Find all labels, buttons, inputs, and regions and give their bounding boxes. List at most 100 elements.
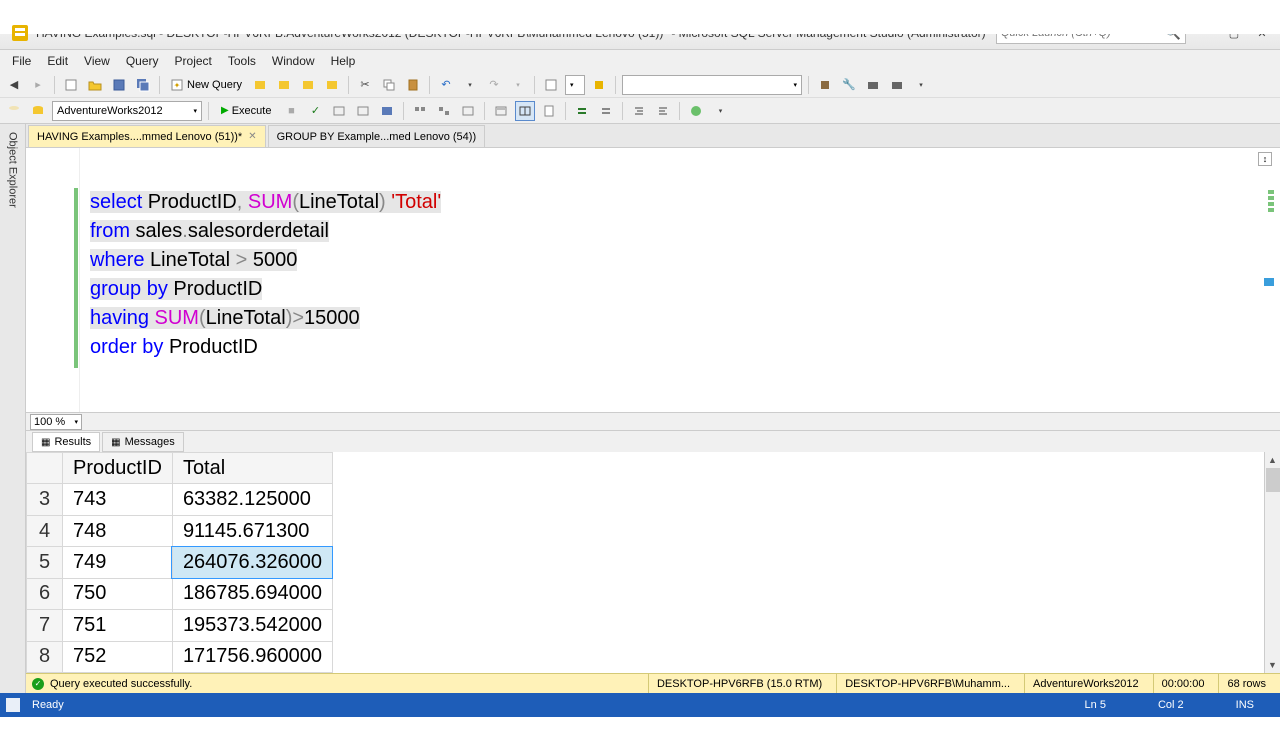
save-all-icon[interactable] bbox=[133, 75, 153, 95]
forward-button[interactable]: ▸ bbox=[28, 75, 48, 95]
cell[interactable]: 63382.125000 bbox=[172, 484, 332, 515]
cell[interactable]: 752 bbox=[63, 641, 173, 672]
cell[interactable]: 91145.671300 bbox=[172, 515, 332, 546]
row-number[interactable]: 6 bbox=[27, 578, 63, 609]
menu-help[interactable]: Help bbox=[323, 52, 364, 70]
scroll-down-icon[interactable]: ▼ bbox=[1265, 657, 1280, 673]
zoom-selector[interactable]: 100 %▾ bbox=[30, 414, 82, 430]
sql-editor[interactable]: select ProductID, SUM(LineTotal) 'Total'… bbox=[26, 148, 1280, 412]
undo-drop-icon[interactable]: ▾ bbox=[460, 75, 480, 95]
menu-project[interactable]: Project bbox=[167, 52, 220, 70]
menu-view[interactable]: View bbox=[76, 52, 118, 70]
table-row[interactable]: 7751195373.542000 bbox=[27, 610, 333, 641]
column-header[interactable]: ProductID bbox=[63, 453, 173, 484]
dmx-query-icon[interactable] bbox=[322, 75, 342, 95]
properties-icon[interactable]: 🔧 bbox=[839, 75, 859, 95]
estimated-plan-icon[interactable] bbox=[329, 101, 349, 121]
paste-icon[interactable] bbox=[403, 75, 423, 95]
comment-icon[interactable] bbox=[572, 101, 592, 121]
document-tab[interactable]: GROUP BY Example...med Lenovo (54)) bbox=[268, 125, 486, 147]
table-row[interactable]: 5749264076.326000 bbox=[27, 547, 333, 578]
document-tab[interactable]: HAVING Examples....mmed Lenovo (51))*✕ bbox=[28, 125, 266, 147]
column-header[interactable]: Total bbox=[172, 453, 332, 484]
mdx-query-icon[interactable] bbox=[298, 75, 318, 95]
object-explorer-tab[interactable]: Object Explorer bbox=[0, 124, 26, 693]
save-icon[interactable] bbox=[109, 75, 129, 95]
cut-icon[interactable]: ✂ bbox=[355, 75, 375, 95]
row-number[interactable]: 4 bbox=[27, 515, 63, 546]
row-number[interactable]: 5 bbox=[27, 547, 63, 578]
scroll-thumb[interactable] bbox=[1266, 468, 1280, 492]
database-selector[interactable]: AdventureWorks2012▾ bbox=[52, 101, 202, 121]
query-options-icon[interactable] bbox=[353, 101, 373, 121]
new-query-button[interactable]: ✦ New Query bbox=[166, 75, 246, 95]
cell[interactable]: 750 bbox=[63, 578, 173, 609]
table-row[interactable]: 8752171756.960000 bbox=[27, 641, 333, 672]
use-db-icon[interactable] bbox=[4, 101, 24, 121]
menu-query[interactable]: Query bbox=[118, 52, 167, 70]
menu-edit[interactable]: Edit bbox=[39, 52, 76, 70]
activity-monitor-icon[interactable] bbox=[589, 75, 609, 95]
toolbox-icon[interactable] bbox=[863, 75, 883, 95]
cell[interactable]: 264076.326000 bbox=[172, 547, 332, 578]
results-grid-icon[interactable] bbox=[515, 101, 535, 121]
cell[interactable]: 743 bbox=[63, 484, 173, 515]
undo-icon[interactable]: ↶ bbox=[436, 75, 456, 95]
open-icon[interactable] bbox=[85, 75, 105, 95]
include-plan-icon[interactable] bbox=[410, 101, 430, 121]
results-tab-messages[interactable]: ▦Messages bbox=[102, 432, 184, 452]
analysis-query-icon[interactable] bbox=[274, 75, 294, 95]
uncomment-icon[interactable] bbox=[596, 101, 616, 121]
collapse-icon[interactable]: ↕ bbox=[1258, 152, 1272, 166]
results-file-icon[interactable] bbox=[539, 101, 559, 121]
scroll-up-icon[interactable]: ▲ bbox=[1265, 452, 1280, 468]
parse-icon[interactable]: ✓ bbox=[305, 101, 325, 121]
cell[interactable]: 195373.542000 bbox=[172, 610, 332, 641]
toolbox2-icon[interactable] bbox=[887, 75, 907, 95]
table-row[interactable]: 6750186785.694000 bbox=[27, 578, 333, 609]
indent-icon[interactable] bbox=[629, 101, 649, 121]
row-number[interactable]: 3 bbox=[27, 484, 63, 515]
table-row[interactable]: 474891145.671300 bbox=[27, 515, 333, 546]
stop-icon[interactable]: ■ bbox=[281, 101, 301, 121]
cell[interactable]: 749 bbox=[63, 547, 173, 578]
table-row[interactable]: 374363382.125000 bbox=[27, 484, 333, 515]
redo-drop-icon[interactable]: ▾ bbox=[508, 75, 528, 95]
menu-tools[interactable]: Tools bbox=[220, 52, 264, 70]
redo-icon[interactable]: ↷ bbox=[484, 75, 504, 95]
execute-button[interactable]: ▶ Execute bbox=[215, 101, 277, 121]
results-grid[interactable]: ProductIDTotal374363382.125000474891145.… bbox=[26, 452, 1280, 673]
dropdown2-icon[interactable]: ▾ bbox=[710, 101, 730, 121]
registered-servers-icon[interactable] bbox=[815, 75, 835, 95]
intellisense-icon[interactable] bbox=[377, 101, 397, 121]
cell[interactable]: 171756.960000 bbox=[172, 641, 332, 672]
cell[interactable]: 751 bbox=[63, 610, 173, 641]
include-stats-icon[interactable] bbox=[434, 101, 454, 121]
new-icon[interactable] bbox=[61, 75, 81, 95]
dropdown-icon[interactable]: ▾ bbox=[911, 75, 931, 95]
solution-config[interactable]: ▾ bbox=[565, 75, 585, 95]
copy-icon[interactable] bbox=[379, 75, 399, 95]
find-combo[interactable]: ▾ bbox=[622, 75, 802, 95]
close-icon[interactable]: ✕ bbox=[248, 131, 256, 142]
live-stats-icon[interactable] bbox=[458, 101, 478, 121]
cell[interactable]: 748 bbox=[63, 515, 173, 546]
status-ins: INS bbox=[1216, 699, 1274, 711]
menu-window[interactable]: Window bbox=[264, 52, 323, 70]
specify-values-icon[interactable] bbox=[686, 101, 706, 121]
find-icon[interactable] bbox=[541, 75, 561, 95]
back-button[interactable]: ◀ bbox=[4, 75, 24, 95]
scroll-minimap[interactable]: ↕ bbox=[1262, 148, 1276, 412]
results-scrollbar[interactable]: ▲ ▼ bbox=[1264, 452, 1280, 673]
row-number[interactable]: 8 bbox=[27, 641, 63, 672]
change-connection-icon[interactable] bbox=[28, 101, 48, 121]
outdent-icon[interactable] bbox=[653, 101, 673, 121]
cell[interactable]: 186785.694000 bbox=[172, 578, 332, 609]
results-text-icon[interactable] bbox=[491, 101, 511, 121]
menu-file[interactable]: File bbox=[4, 52, 39, 70]
status-message: Query executed successfully. bbox=[50, 678, 192, 690]
row-number[interactable]: 7 bbox=[27, 610, 63, 641]
play-icon: ▶ bbox=[221, 105, 229, 116]
db-engine-query-icon[interactable] bbox=[250, 75, 270, 95]
results-tab-results[interactable]: ▦Results bbox=[32, 432, 100, 452]
